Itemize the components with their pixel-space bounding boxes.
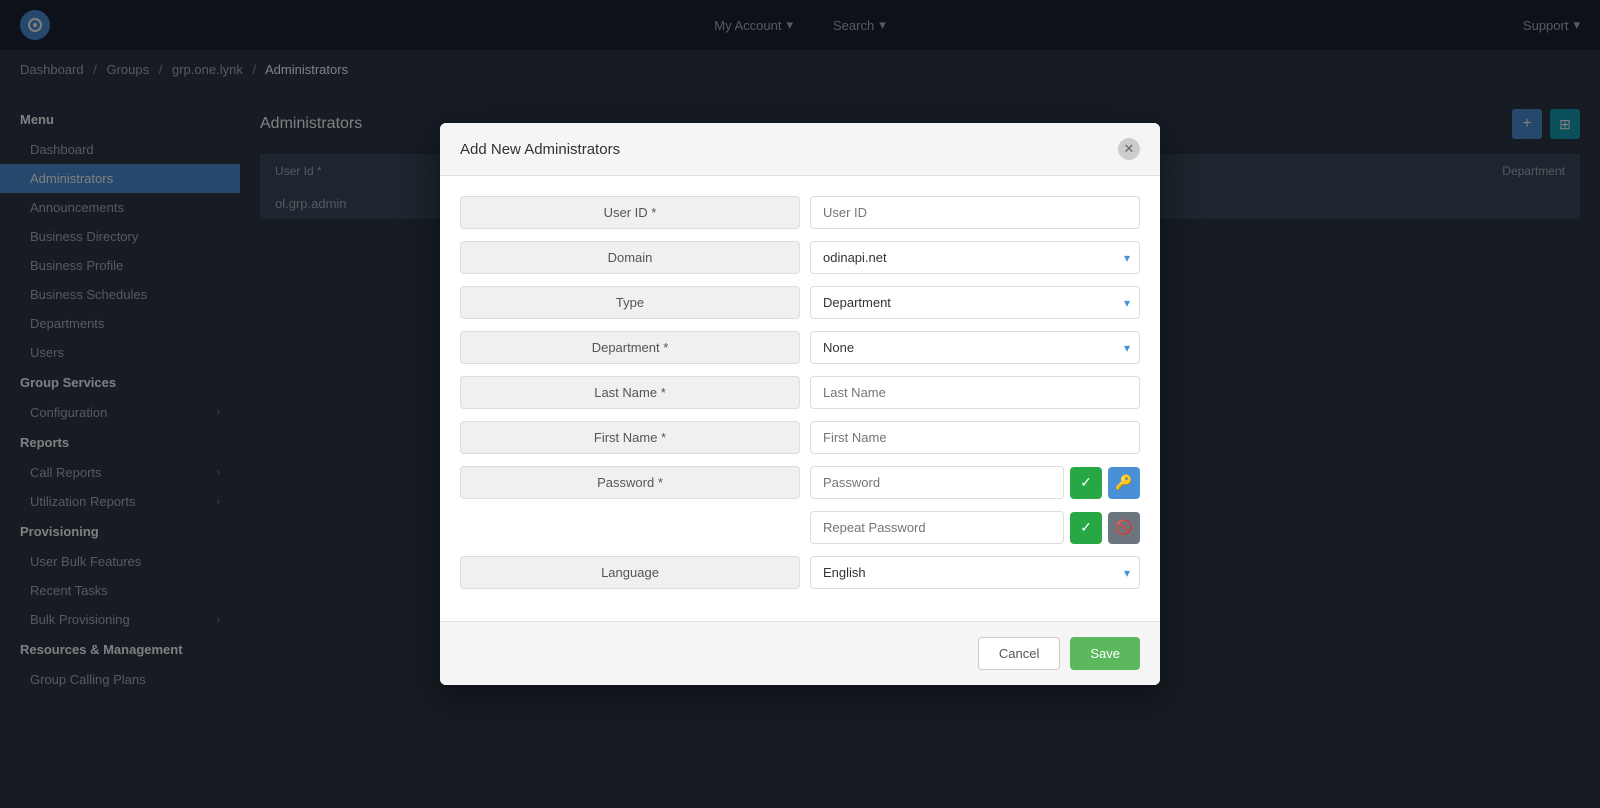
first-name-input[interactable] [810, 421, 1140, 454]
type-select[interactable]: Department Group [810, 286, 1140, 319]
save-button[interactable]: Save [1070, 637, 1140, 670]
language-label: Language [460, 556, 800, 589]
password-row: Password * ✓ 🔑 [460, 466, 1140, 499]
department-label: Department * [460, 331, 800, 364]
type-row: Type Department Group ▾ [460, 286, 1140, 319]
repeat-password-check-button[interactable]: ✓ [1070, 512, 1102, 544]
repeat-password-input[interactable] [810, 511, 1064, 544]
modal-footer: Cancel Save [440, 621, 1160, 685]
modal-title: Add New Administrators [460, 141, 620, 158]
password-generate-button[interactable]: 🔑 [1108, 467, 1140, 499]
domain-label: Domain [460, 241, 800, 274]
cancel-button[interactable]: Cancel [978, 637, 1060, 670]
last-name-label: Last Name * [460, 376, 800, 409]
modal-dialog: Add New Administrators ✕ User ID * Domai… [440, 123, 1160, 685]
type-label: Type [460, 286, 800, 319]
modal-close-button[interactable]: ✕ [1118, 138, 1140, 160]
password-input[interactable] [810, 466, 1064, 499]
user-id-input[interactable] [810, 196, 1140, 229]
password-check-button[interactable]: ✓ [1070, 467, 1102, 499]
repeat-password-input-group: ✓ 🚫 [810, 511, 1140, 544]
repeat-password-row: ✓ 🚫 [460, 511, 1140, 544]
key-icon: 🔑 [1115, 474, 1132, 491]
first-name-label: First Name * [460, 421, 800, 454]
password-input-group: ✓ 🔑 [810, 466, 1140, 499]
department-row: Department * None ▾ [460, 331, 1140, 364]
modal-overlay: Add New Administrators ✕ User ID * Domai… [0, 0, 1600, 808]
domain-row: Domain odinapi.net ▾ [460, 241, 1140, 274]
language-select-wrapper: English French Spanish ▾ [810, 556, 1140, 589]
repeat-password-toggle-button[interactable]: 🚫 [1108, 512, 1140, 544]
type-select-wrapper: Department Group ▾ [810, 286, 1140, 319]
domain-select[interactable]: odinapi.net [810, 241, 1140, 274]
user-id-row: User ID * [460, 196, 1140, 229]
language-row: Language English French Spanish ▾ [460, 556, 1140, 589]
user-id-label: User ID * [460, 196, 800, 229]
repeat-password-spacer [460, 520, 800, 536]
department-select-wrapper: None ▾ [810, 331, 1140, 364]
last-name-row: Last Name * [460, 376, 1140, 409]
modal-header: Add New Administrators ✕ [440, 123, 1160, 176]
domain-select-wrapper: odinapi.net ▾ [810, 241, 1140, 274]
first-name-row: First Name * [460, 421, 1140, 454]
password-label: Password * [460, 466, 800, 499]
eye-slash-icon: 🚫 [1115, 519, 1132, 536]
department-select[interactable]: None [810, 331, 1140, 364]
language-select[interactable]: English French Spanish [810, 556, 1140, 589]
modal-body: User ID * Domain odinapi.net ▾ Type D [440, 176, 1160, 621]
last-name-input[interactable] [810, 376, 1140, 409]
